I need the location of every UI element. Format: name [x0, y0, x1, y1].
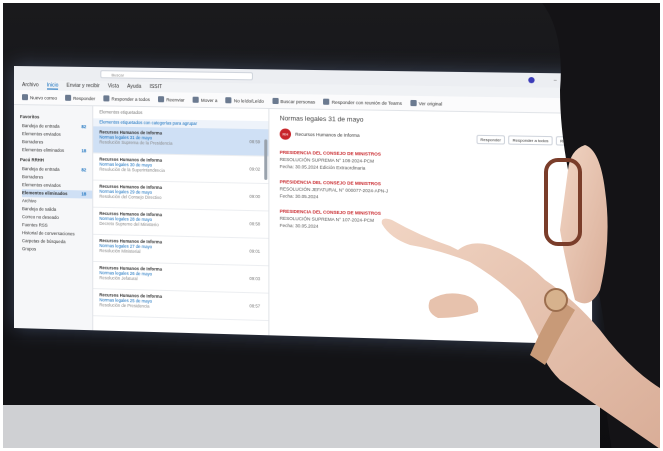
person-pointing — [381, 0, 663, 451]
